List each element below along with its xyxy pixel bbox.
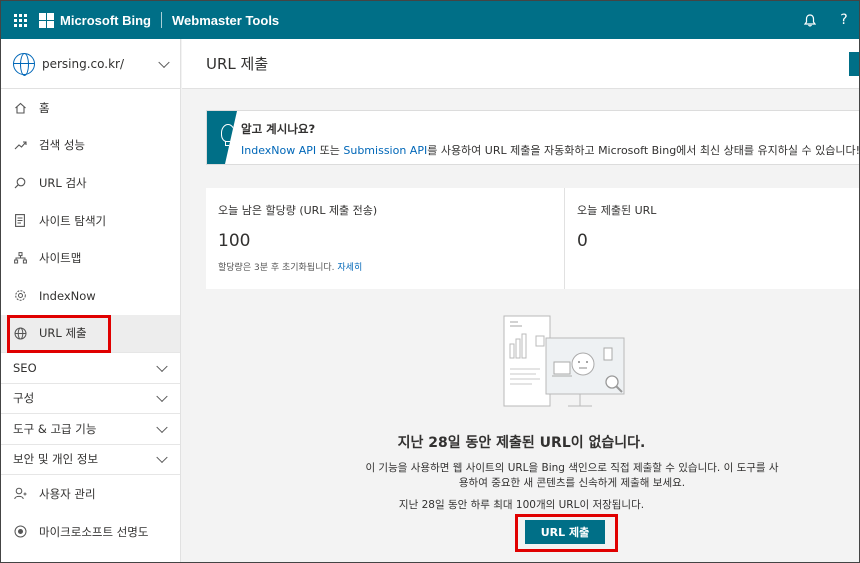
globe-icon <box>13 326 27 340</box>
clarity-icon <box>13 525 27 539</box>
learn-more-link[interactable]: 자세히 <box>337 263 362 273</box>
sidebar-item-label: 사이트맵 <box>39 251 82 266</box>
quota-note: 할당량은 3분 후 초기화됩니다. 자세히 <box>218 260 552 273</box>
sidebar-nav: 홈 검색 성능 URL 검사 사이트 탐색기 사이트맵 IndexNow URL… <box>1 89 180 353</box>
app-window: Microsoft Bing Webmaster Tools ? persing… <box>0 0 860 563</box>
chevron-down-icon <box>156 421 168 433</box>
sidebar-group-label: 도구 & 고급 기능 <box>13 421 97 436</box>
top-bar-actions: ? <box>793 1 859 39</box>
sidebar-group-label: 보안 및 개인 정보 <box>13 452 99 467</box>
empty-state-limit: 지난 28일 동안 하루 최대 100개의 URL이 저장됩니다. <box>398 499 645 511</box>
sidebar-group-tools[interactable]: 도구 & 고급 기능 <box>1 413 180 444</box>
user-icon <box>13 487 27 501</box>
sidebar-group-security[interactable]: 보안 및 개인 정보 <box>1 443 180 475</box>
page-title: URL 제출 <box>206 55 269 73</box>
globe-icon <box>13 52 35 76</box>
sitemap-icon <box>13 251 27 265</box>
banner-text: 알고 계시나요? IndexNow API 또는 Submission API를… <box>237 111 860 164</box>
microsoft-logo-icon <box>39 12 54 28</box>
sidebar-item-label: URL 검사 <box>39 175 87 190</box>
lightbulb-icon <box>207 111 237 164</box>
sidebar-item-label: 사용자 관리 <box>39 486 96 501</box>
chevron-down-icon <box>158 56 170 68</box>
submission-api-link[interactable]: Submission API <box>343 144 427 157</box>
waffle-icon <box>13 13 27 27</box>
empty-state-illustration <box>503 315 625 407</box>
top-bar: Microsoft Bing Webmaster Tools ? <box>1 1 859 39</box>
indexnow-api-link[interactable]: IndexNow API <box>241 144 316 157</box>
sidebar-item-site-explorer[interactable]: 사이트 탐색기 <box>1 202 180 240</box>
sidebar-item-clarity[interactable]: 마이크로소프트 선명도 <box>1 513 180 551</box>
quota-value: 100 <box>218 231 251 251</box>
document-icon <box>13 214 27 228</box>
notifications-button[interactable] <box>793 1 827 39</box>
empty-state-title: 지난 28일 동안 제출된 URL이 없습니다. <box>397 435 646 451</box>
sidebar-group-seo[interactable]: SEO <box>1 352 180 383</box>
sidebar-item-indexnow[interactable]: IndexNow <box>1 277 180 315</box>
home-icon <box>13 101 27 115</box>
help-button[interactable]: ? <box>827 1 859 39</box>
brand-separator <box>161 12 162 28</box>
sidebar-group-label: SEO <box>13 360 37 375</box>
sidebar-item-user-management[interactable]: 사용자 관리 <box>1 475 180 513</box>
trend-icon <box>13 138 27 152</box>
stats-cards: 오늘 남은 할당량 (URL 제출 전송) 100 할당량은 3분 후 초기화됩… <box>206 188 859 289</box>
quota-card: 오늘 남은 할당량 (URL 제출 전송) 100 할당량은 3분 후 초기화됩… <box>206 188 565 289</box>
banner-title: 알고 계시나요? <box>241 122 316 136</box>
sidebar: persing.co.kr/ 홈 검색 성능 URL 검사 사이트 탐색기 사이… <box>1 39 181 562</box>
main-content: URL 제출 알고 계시나요? IndexNow API 또는 Submissi… <box>182 39 860 562</box>
submitted-card: 오늘 제출된 URL 0 <box>565 188 859 289</box>
sidebar-item-label: URL 제출 <box>39 326 87 341</box>
gear-icon <box>13 289 27 303</box>
quota-note-text: 할당량은 3분 후 초기화됩니다. <box>218 263 335 273</box>
sidebar-item-label: IndexNow <box>39 288 96 303</box>
sidebar-item-label: 홈 <box>39 100 50 115</box>
sidebar-item-sitemaps[interactable]: 사이트맵 <box>1 239 180 277</box>
banner-text-part: 를 사용하여 URL 제출을 자동화하고 Microsoft Bing에서 최신… <box>427 144 860 157</box>
help-icon: ? <box>840 12 848 28</box>
banner-text-part: 또는 <box>316 144 344 157</box>
sidebar-item-home[interactable]: 홈 <box>1 89 180 127</box>
chevron-down-icon <box>156 452 168 464</box>
sidebar-item-url-submission[interactable]: URL 제출 <box>1 314 180 353</box>
chevron-down-icon <box>156 391 168 403</box>
sidebar-item-label: 사이트 탐색기 <box>39 213 107 228</box>
bell-icon <box>804 13 816 27</box>
site-name: persing.co.kr/ <box>42 56 125 71</box>
sidebar-item-search-performance[interactable]: 검색 성능 <box>1 127 180 165</box>
sidebar-group-label: 구성 <box>13 391 35 406</box>
product-name[interactable]: Webmaster Tools <box>172 13 279 28</box>
search-icon <box>13 176 27 190</box>
banner-body: IndexNow API 또는 Submission API를 사용하여 URL… <box>241 142 860 158</box>
submitted-label: 오늘 제출된 URL <box>577 204 657 217</box>
app-launcher-button[interactable] <box>1 1 39 39</box>
submit-url-button[interactable]: URL 제출 <box>525 520 605 544</box>
sidebar-bottom: 사용자 관리 마이크로소프트 선명도 <box>1 474 180 550</box>
sidebar-item-label: 검색 성능 <box>39 138 85 153</box>
chevron-down-icon <box>156 360 168 372</box>
site-selector[interactable]: persing.co.kr/ <box>1 39 180 89</box>
brand-name[interactable]: Microsoft Bing <box>60 13 151 28</box>
empty-state-description: 이 기능을 사용하면 웹 사이트의 URL을 Bing 색인으로 직접 제출할 … <box>365 462 779 489</box>
info-banner: 알고 계시나요? IndexNow API 또는 Submission API를… <box>206 110 860 165</box>
page-header: URL 제출 <box>182 39 859 89</box>
sidebar-group-configuration[interactable]: 구성 <box>1 382 180 414</box>
sidebar-item-label: 마이크로소프트 선명도 <box>39 524 149 539</box>
header-action-button[interactable] <box>849 52 859 76</box>
quota-label: 오늘 남은 할당량 (URL 제출 전송) <box>218 204 378 217</box>
sidebar-item-url-inspection[interactable]: URL 검사 <box>1 164 180 202</box>
submitted-value: 0 <box>577 231 588 251</box>
